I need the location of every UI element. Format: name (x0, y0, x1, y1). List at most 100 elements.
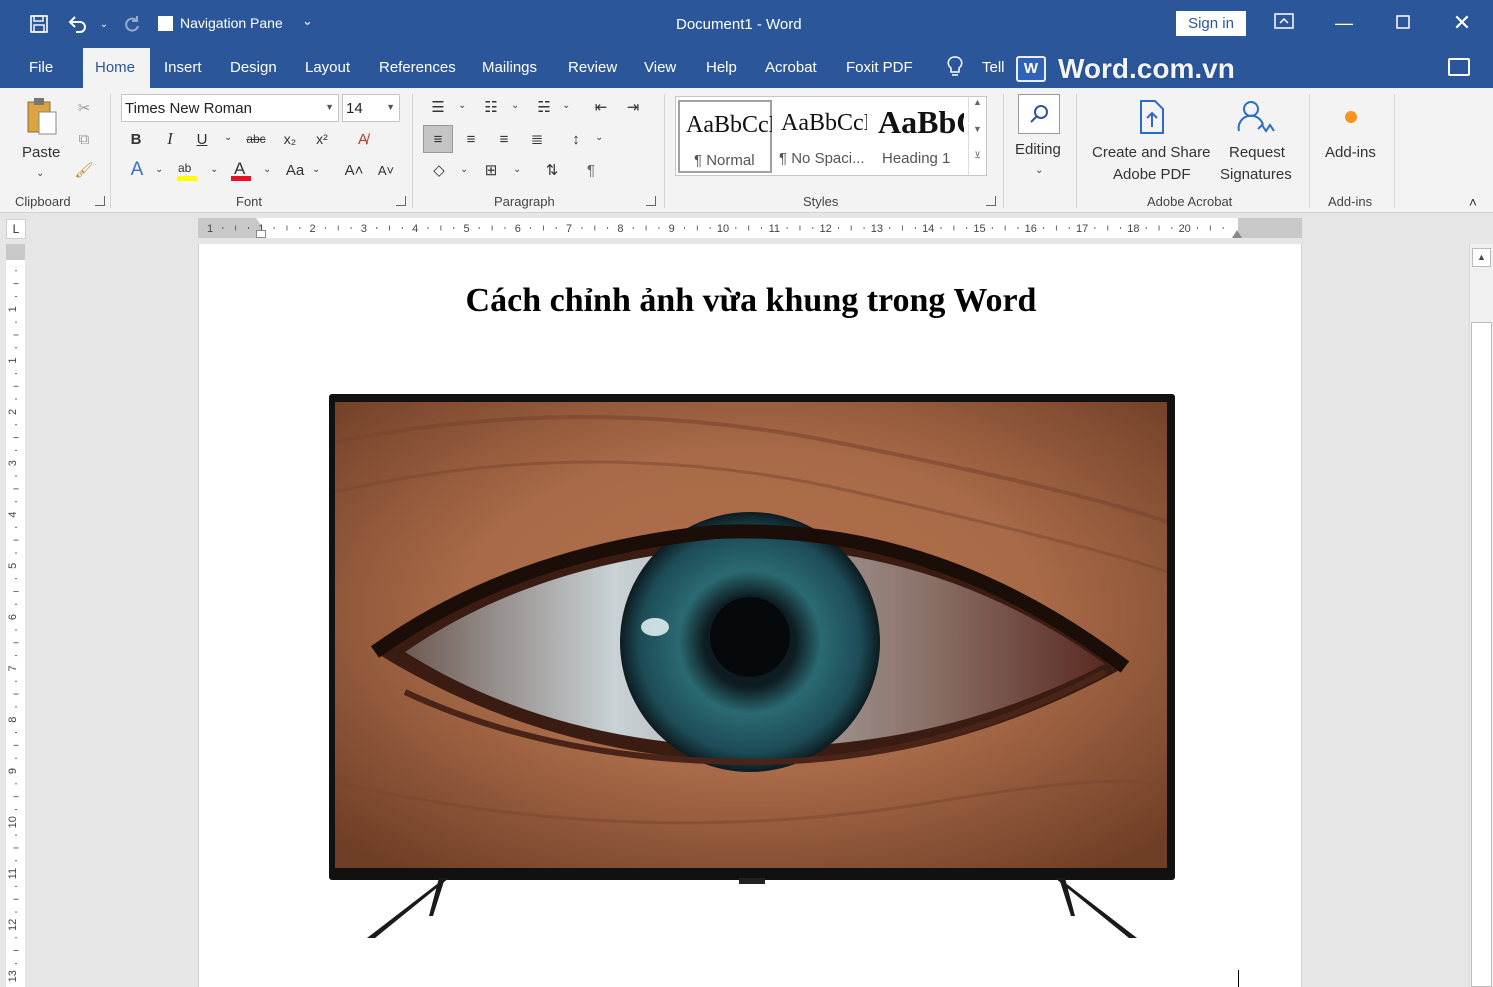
document-heading[interactable]: Cách chỉnh ảnh vừa khung trong Word (199, 282, 1303, 320)
navigation-pane-checkbox[interactable] (158, 16, 173, 31)
create-share-pdf-label-1[interactable]: Create and Share (1092, 142, 1210, 164)
italic-icon[interactable]: I (160, 128, 180, 150)
tab-help[interactable]: Help (694, 48, 749, 88)
underline-icon[interactable]: U (192, 128, 212, 150)
redo-icon[interactable] (120, 12, 144, 36)
collapse-ribbon-icon[interactable]: ˄ (1464, 194, 1482, 210)
tab-review[interactable]: Review (556, 48, 629, 88)
tell-me-search[interactable]: Tell (970, 48, 1017, 88)
tab-home[interactable]: Home (83, 48, 150, 88)
request-signatures-label-2[interactable]: Signatures (1220, 164, 1292, 186)
lightbulb-icon[interactable] (943, 55, 967, 79)
shading-dropdown-icon[interactable]: ⌄ (460, 164, 468, 175)
font-color-dropdown-icon[interactable]: ⌄ (263, 164, 271, 175)
clear-formatting-icon[interactable]: A̸ (352, 128, 374, 150)
add-ins-label[interactable]: Add-ins (1325, 142, 1376, 164)
minimize-icon[interactable]: — (1321, 8, 1367, 38)
comments-icon[interactable] (1448, 58, 1470, 76)
underline-dropdown-icon[interactable]: ⌄ (224, 132, 232, 143)
editing-dropdown-icon[interactable]: ⌄ (1035, 165, 1043, 176)
show-formatting-icon[interactable]: ¶ (580, 158, 602, 182)
grow-font-icon[interactable]: A˄ (343, 158, 365, 182)
paragraph-launcher-icon[interactable] (646, 196, 656, 206)
style-no-spacing[interactable]: AaBbCcDc ¶ No Spaci... (775, 100, 869, 173)
first-line-indent-icon[interactable] (256, 218, 266, 225)
font-name-combo[interactable]: Times New Roman ▼ (121, 94, 339, 122)
superscript-icon[interactable]: x² (311, 128, 333, 150)
justify-icon[interactable]: ≣ (526, 126, 548, 152)
highlight-icon[interactable]: ab (175, 158, 199, 182)
strikethrough-icon[interactable]: abc (244, 128, 268, 150)
left-indent-icon[interactable] (256, 230, 266, 238)
format-painter-icon[interactable]: 🖌 (74, 160, 94, 180)
document-image[interactable] (329, 394, 1175, 944)
tab-selector[interactable]: L (6, 219, 26, 239)
ribbon-display-options-icon[interactable] (1261, 8, 1307, 38)
tab-mailings[interactable]: Mailings (470, 48, 549, 88)
borders-icon[interactable]: ⊞ (479, 158, 503, 182)
multilevel-dropdown-icon[interactable]: ⌄ (562, 100, 570, 111)
change-case-dropdown-icon[interactable]: ⌄ (312, 164, 320, 175)
scroll-up-icon[interactable]: ▲ (1472, 248, 1491, 267)
cut-icon[interactable]: ✂ (74, 98, 94, 118)
bold-icon[interactable]: B (126, 128, 146, 150)
font-color-icon[interactable]: A (229, 158, 253, 182)
copy-icon[interactable]: ⧉ (74, 129, 94, 149)
align-left-icon[interactable]: ≡ (423, 125, 453, 153)
undo-icon[interactable] (66, 12, 90, 36)
create-share-pdf-icon[interactable] (1134, 98, 1170, 138)
styles-more-icon[interactable]: ⊻ (968, 150, 986, 176)
request-signatures-icon[interactable] (1236, 98, 1278, 138)
line-spacing-dropdown-icon[interactable]: ⌄ (595, 132, 603, 143)
create-share-pdf-label-2[interactable]: Adobe PDF (1113, 164, 1191, 186)
tab-foxit-pdf[interactable]: Foxit PDF (834, 48, 925, 88)
document-page[interactable]: Cách chỉnh ảnh vừa khung trong Word (198, 244, 1302, 987)
scroll-thumb[interactable] (1471, 322, 1492, 987)
vertical-scrollbar[interactable]: ▲ (1469, 244, 1493, 987)
shrink-font-icon[interactable]: A˅ (375, 158, 397, 182)
editing-label[interactable]: Editing (1015, 139, 1061, 161)
decrease-indent-icon[interactable]: ⇤ (590, 96, 612, 118)
font-launcher-icon[interactable] (396, 196, 406, 206)
font-size-combo[interactable]: 14 ▼ (342, 94, 400, 122)
tab-layout[interactable]: Layout (293, 48, 362, 88)
text-effects-icon[interactable]: A (126, 158, 148, 182)
clipboard-launcher-icon[interactable] (95, 196, 105, 206)
add-ins-icon[interactable] (1338, 104, 1364, 130)
maximize-icon[interactable] (1380, 8, 1426, 38)
bullets-icon[interactable]: ☰ (426, 96, 450, 118)
tab-references[interactable]: References (367, 48, 468, 88)
align-center-icon[interactable]: ≡ (460, 126, 482, 152)
multilevel-list-icon[interactable]: ☵ (532, 96, 556, 118)
paste-icon[interactable] (24, 96, 60, 136)
line-spacing-icon[interactable]: ↕ (565, 126, 587, 152)
text-effects-dropdown-icon[interactable]: ⌄ (155, 164, 163, 175)
subscript-icon[interactable]: x₂ (279, 128, 301, 150)
styles-launcher-icon[interactable] (986, 196, 996, 206)
numbering-icon[interactable]: ☷ (479, 96, 503, 118)
font-size-dropdown-icon[interactable]: ▼ (386, 102, 395, 112)
tab-insert[interactable]: Insert (152, 48, 214, 88)
change-case-icon[interactable]: Aa (283, 158, 307, 182)
tab-acrobat[interactable]: Acrobat (753, 48, 829, 88)
bullets-dropdown-icon[interactable]: ⌄ (458, 100, 466, 111)
style-heading-1[interactable]: AaBbC Heading 1 (872, 100, 966, 173)
align-right-icon[interactable]: ≡ (493, 126, 515, 152)
tab-view[interactable]: View (632, 48, 688, 88)
vertical-ruler[interactable]: 11234567891011121314 (6, 244, 25, 987)
sign-in-button[interactable]: Sign in (1176, 11, 1246, 36)
highlight-dropdown-icon[interactable]: ⌄ (210, 164, 218, 175)
editing-search-icon[interactable] (1018, 94, 1060, 134)
request-signatures-label-1[interactable]: Request (1229, 142, 1285, 164)
paste-label[interactable]: Paste (22, 142, 60, 164)
horizontal-ruler[interactable]: 1 1 2 3 4 5 6 7 8 9 10 11 12 13 14 15 16 17 18 20 (198, 218, 1302, 238)
right-indent-icon[interactable] (1232, 230, 1242, 238)
close-icon[interactable]: ✕ (1439, 8, 1485, 38)
save-icon[interactable] (27, 12, 51, 36)
style-normal[interactable]: AaBbCcDc ¶ Normal (678, 100, 772, 173)
customize-quick-access-icon[interactable]: ⌄ (302, 13, 313, 29)
sort-icon[interactable]: ⇅ (541, 158, 563, 182)
borders-dropdown-icon[interactable]: ⌄ (513, 164, 521, 175)
tab-design[interactable]: Design (218, 48, 289, 88)
styles-scroll-down-icon[interactable]: ▼ (968, 124, 986, 150)
